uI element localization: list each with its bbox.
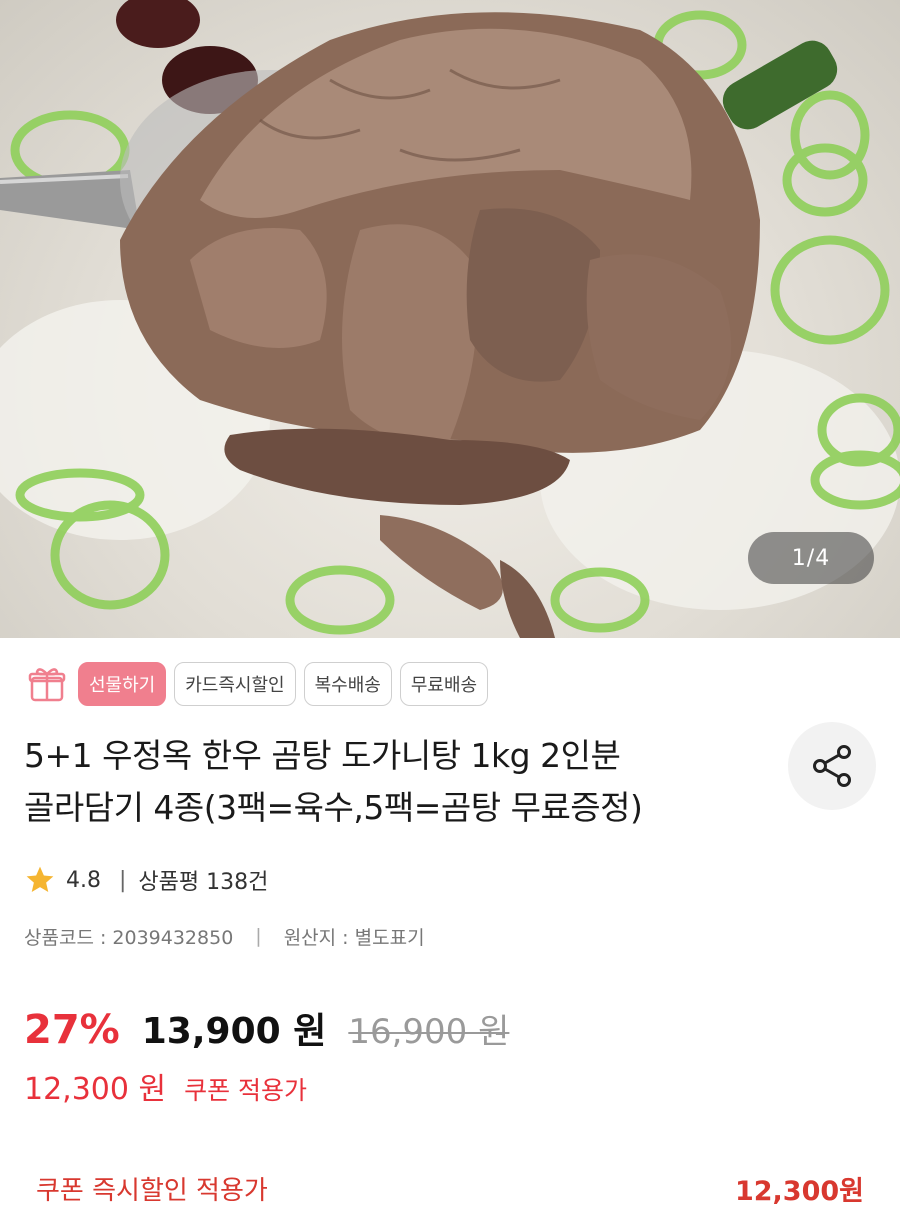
discount-rate: 27% — [24, 1007, 120, 1053]
product-title-line2: 골라담기 4종(3팩=육수,5팩=곰탕 무료증정) — [24, 788, 643, 827]
original-price: 16,900 원 — [348, 1012, 510, 1052]
star-icon — [26, 866, 54, 892]
tag-multi-delivery: 복수배송 — [303, 662, 392, 706]
share-button[interactable] — [788, 722, 876, 810]
coupon-price: 12,300 원 — [24, 1072, 167, 1107]
product-title: 5+1 우정옥 한우 곰탕 도가니탕 1kg 2인분 골라담기 4종(3팩=육수… — [24, 730, 784, 834]
gift-icon[interactable] — [24, 661, 70, 707]
image-counter: 1/4 — [748, 532, 874, 584]
product-meta: 상품코드 : 2039432850 | 원산지 : 별도표기 — [24, 918, 425, 954]
coupon-discount-summary: 쿠폰 즉시할인 적용가 12,300원 — [36, 1166, 864, 1210]
product-image-carousel[interactable]: 1/4 — [0, 0, 900, 638]
sale-price: 13,900 원 — [141, 1011, 327, 1052]
coupon-row: 12,300 원 쿠폰 적용가 — [24, 1064, 307, 1108]
coupon-instant-label: 쿠폰 즉시할인 적용가 — [36, 1175, 268, 1206]
origin: 원산지 : 별도표기 — [283, 926, 425, 949]
product-code: 상품코드 : 2039432850 — [24, 926, 234, 949]
price-row: 27% 13,900 원 16,900 원 — [24, 1002, 509, 1058]
coupon-instant-price: 12,300원 — [734, 1175, 864, 1207]
tag-row: 선물하기 카드즉시할인 복수배송 무료배송 — [24, 660, 489, 708]
coupon-label: 쿠폰 적용가 — [184, 1076, 308, 1105]
rating-score: 4.8 — [66, 867, 101, 893]
tag-gift[interactable]: 선물하기 — [78, 662, 167, 706]
product-title-line1: 5+1 우정옥 한우 곰탕 도가니탕 1kg 2인분 — [24, 736, 621, 775]
tag-card-discount: 카드즉시할인 — [174, 662, 296, 706]
share-icon — [813, 745, 851, 787]
rating-row[interactable]: 4.8 | 상품평 138건 — [24, 860, 268, 900]
meta-divider: | — [255, 925, 262, 947]
tag-free-delivery: 무료배송 — [399, 662, 489, 706]
review-count-link[interactable]: 상품평 138건 — [138, 864, 268, 896]
rating-divider: | — [119, 867, 127, 893]
